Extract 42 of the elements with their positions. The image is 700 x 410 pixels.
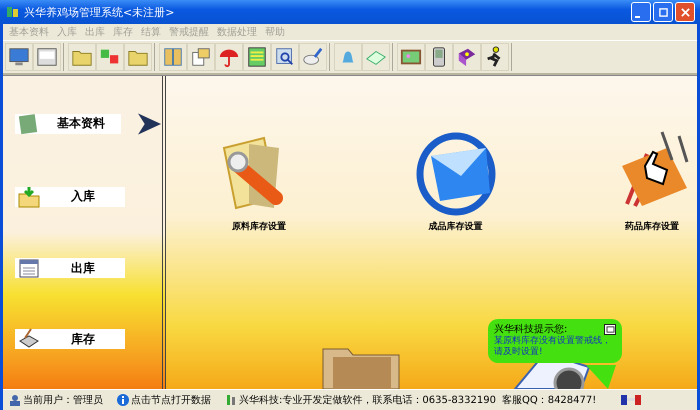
balloon-pointer [586, 365, 616, 389]
sidebar-item[interactable]: 基本资料 [15, 114, 121, 134]
sidebar-item[interactable]: 入库 [15, 186, 125, 207]
monitor-icon [8, 46, 30, 68]
window-title: 兴华养鸡场管理系统<未注册> [24, 4, 176, 20]
close-button[interactable] [604, 324, 616, 334]
screen-icon [36, 46, 58, 68]
hint-status: 点击节点打开数据 [117, 393, 211, 407]
toolbar-button[interactable] [453, 43, 481, 71]
minimize-icon [635, 16, 640, 18]
toolbar-button[interactable] [243, 43, 271, 71]
company-status: 兴华科技:专业开发定做软件，联系电话：0635-8332190 [225, 393, 496, 407]
toolbar-button[interactable] [5, 43, 33, 71]
toolbar-button[interactable] [271, 43, 299, 71]
toolbar-button[interactable] [187, 43, 215, 71]
notification-message: 某原料库存没有设置警戒线，请及时设置! [494, 336, 612, 358]
minimize-button[interactable] [631, 2, 651, 22]
user-icon [9, 394, 21, 406]
sidebar-item[interactable]: 库存 [15, 329, 125, 350]
help-icon [456, 46, 478, 68]
qq-status: 客服QQ：8428477! [502, 394, 596, 407]
close-icon [680, 8, 690, 16]
notification-title: 兴华科技提示您: [494, 322, 568, 336]
sidebar-item[interactable]: 出库 [15, 258, 125, 278]
documents-icon [190, 46, 212, 68]
maximize-icon [658, 8, 668, 16]
magnifier-icon [302, 46, 324, 68]
pointer-arrow-icon [136, 112, 162, 136]
folder-icon [17, 184, 41, 209]
maximize-button[interactable] [653, 2, 673, 22]
info-icon [117, 394, 129, 406]
search-icon [274, 46, 296, 68]
feature-button[interactable]: 药品库存设置 [607, 126, 697, 233]
toolbar-button[interactable] [33, 43, 61, 71]
feature-button[interactable]: 成品库存设置 [410, 126, 500, 233]
toolbar-button[interactable] [481, 43, 509, 71]
binder-icon [162, 46, 184, 68]
app-icon [6, 5, 20, 19]
feature-button[interactable]: 原料库存设置 [214, 126, 304, 233]
toolbar-button[interactable] [425, 43, 453, 71]
flag-icon [621, 394, 641, 406]
current-user-status: 当前用户：管理员 [9, 393, 103, 407]
